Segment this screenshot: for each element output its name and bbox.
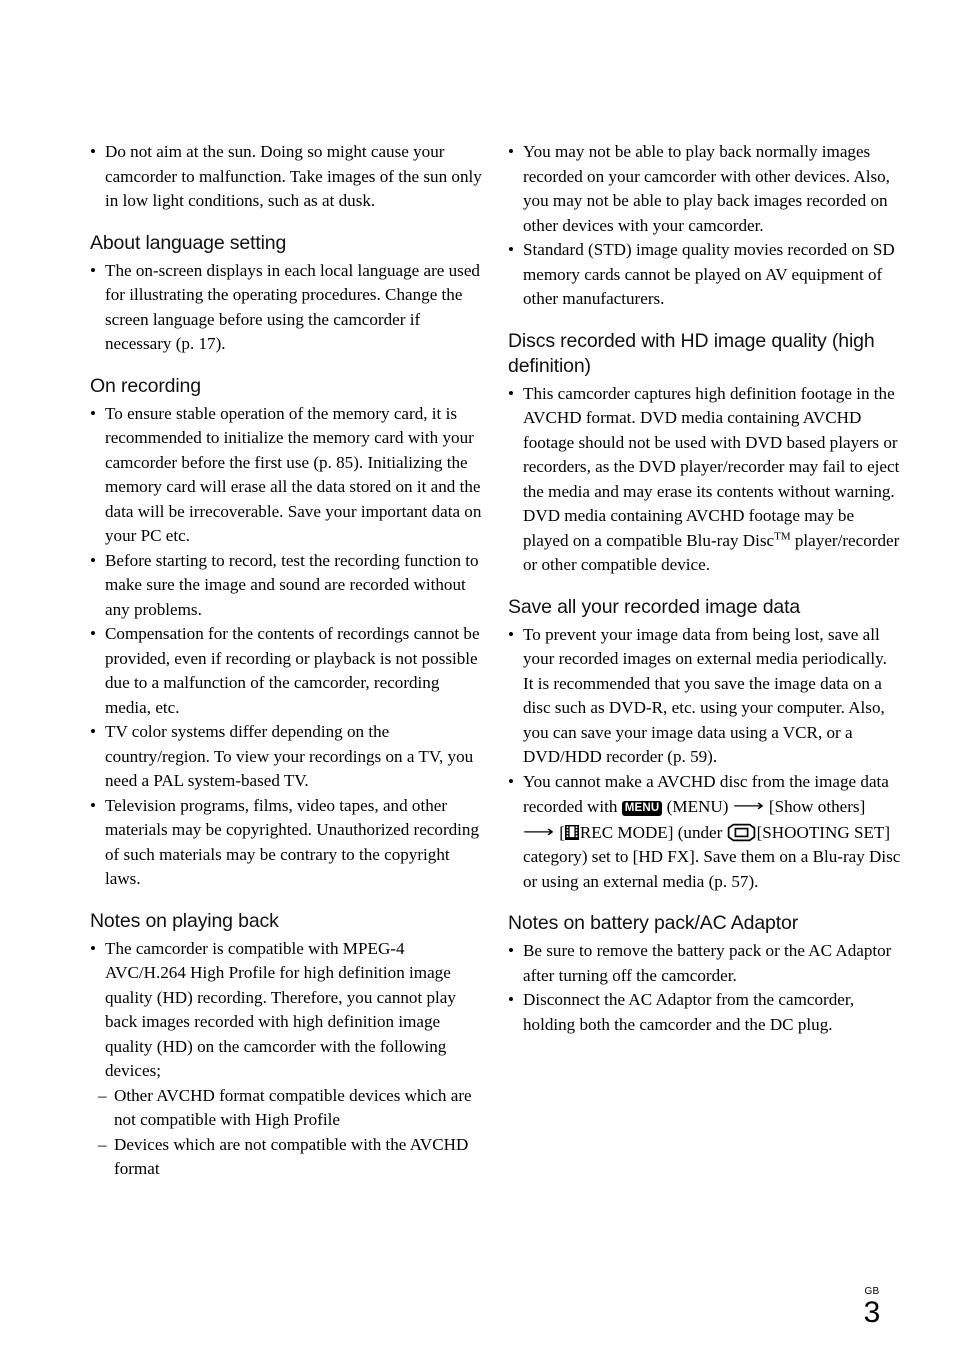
bullet-dot-icon: • — [90, 403, 96, 423]
two-column-layout: • Do not aim at the sun. Doing so might … — [0, 140, 954, 1182]
bullet-dot-icon: • — [90, 550, 96, 570]
list-item-text: You may not be able to play back normall… — [523, 142, 890, 235]
section-discs-recorded-hd: Discs recorded with HD image quality (hi… — [508, 329, 901, 379]
bullet-dot-icon: • — [90, 795, 96, 815]
list-item: • The camcorder is compatible with MPEG-… — [90, 937, 483, 1084]
list-item: – Other AVCHD format compatible devices … — [98, 1084, 483, 1133]
list-item-text: To ensure stable operation of the memory… — [105, 403, 482, 546]
right-arrow-icon: ⟶ — [732, 796, 764, 815]
right-arrow-icon: ⟶ — [522, 821, 554, 841]
on-recording-list: • To ensure stable operation of the memo… — [90, 402, 483, 892]
list-item-text: Television programs, films, video tapes,… — [105, 795, 480, 889]
list-item: • To ensure stable operation of the memo… — [90, 402, 483, 549]
icon-bullet-segment-4: [ — [554, 822, 565, 842]
list-item-text: Compensation for the contents of recordi… — [105, 624, 480, 717]
list-item-text: Other AVCHD format compatible devices wh… — [114, 1085, 472, 1130]
section-heading: About language setting — [90, 231, 287, 254]
section-heading: Save all your recorded image data — [508, 595, 801, 618]
left-intro-list: • Do not aim at the sun. Doing so might … — [90, 140, 483, 214]
list-item-text: Be sure to remove the battery pack or th… — [523, 941, 892, 985]
bullet-dot-icon: • — [508, 941, 514, 960]
icon-bullet-segment-5: REC MODE] (under — [579, 822, 727, 842]
list-item: – Devices which are not compatible with … — [98, 1133, 483, 1182]
section-save-recorded-image-data: Save all your recorded image data — [508, 595, 901, 620]
bullet-dot-icon: • — [508, 383, 514, 403]
left-column: • Do not aim at the sun. Doing so might … — [90, 140, 483, 1182]
right-column: • You may not be able to play back norma… — [508, 140, 901, 1182]
list-item-text: Devices which are not compatible with th… — [114, 1134, 469, 1179]
list-item-text: Do not aim at the sun. Doing so might ca… — [105, 142, 482, 210]
section-heading: Notes on playing back — [90, 909, 279, 932]
list-item: • Compensation for the contents of recor… — [90, 622, 483, 720]
trademark-superscript: TM — [774, 529, 791, 542]
list-item: • Before starting to record, test the re… — [90, 549, 483, 623]
list-item-text: The on-screen displays in each local lan… — [105, 260, 480, 354]
list-item: • TV color systems differ depending on t… — [90, 720, 483, 794]
section-about-language-setting: About language setting — [90, 231, 483, 256]
list-item: • This camcorder captures high definitio… — [508, 382, 901, 578]
list-item: • Do not aim at the sun. Doing so might … — [90, 140, 483, 214]
bullet-dot-icon: • — [508, 624, 514, 644]
section-on-recording: On recording — [90, 374, 483, 399]
section-notes-battery-ac-adaptor: Notes on battery pack/AC Adaptor — [508, 911, 901, 936]
bullet-dot-icon: • — [90, 722, 96, 741]
icon-bullet-segment-2: (MENU) — [662, 797, 733, 816]
section-notes-on-playing-back: Notes on playing back — [90, 909, 483, 934]
bullet-dot-icon: • — [508, 240, 514, 259]
list-item-text-part1: This camcorder captures high definition … — [523, 383, 900, 550]
notes-battery-ac-adaptor-list: • Be sure to remove the battery pack or … — [508, 939, 901, 1037]
list-item: • The on-screen displays in each local l… — [90, 259, 483, 357]
bullet-dot-icon: • — [90, 260, 96, 280]
list-item: • To prevent your image data from being … — [508, 623, 901, 770]
section-heading: On recording — [90, 374, 201, 397]
section-heading: Notes on battery pack/AC Adaptor — [508, 912, 799, 934]
list-item-text: To prevent your image data from being lo… — [523, 624, 887, 767]
film-strip-icon — [564, 823, 579, 840]
menu-button-badge: MENU — [621, 801, 663, 816]
bullet-dot-icon: • — [90, 938, 96, 958]
list-item-text: Standard (STD) image quality movies reco… — [523, 240, 895, 308]
about-language-setting-list: • The on-screen displays in each local l… — [90, 259, 483, 357]
list-item-with-icons: • You cannot make a AVCHD disc from the i… — [508, 770, 901, 895]
bullet-dot-icon: • — [508, 990, 514, 1009]
list-item-text: The camcorder is compatible with MPEG-4 … — [105, 938, 456, 1081]
list-item: • Standard (STD) image quality movies re… — [508, 238, 901, 312]
save-recorded-image-data-list: • To prevent your image data from being … — [508, 623, 901, 895]
bullet-dot-icon: • — [508, 771, 514, 791]
notes-on-playing-back-sublist: – Other AVCHD format compatible devices … — [90, 1084, 483, 1182]
icon-bullet-segment-3: [Show others] — [764, 797, 866, 816]
section-heading: Discs recorded with HD image quality (hi… — [508, 329, 875, 377]
page-number: 3 — [863, 1296, 881, 1329]
list-item: • You may not be able to play back norma… — [508, 140, 901, 238]
list-item-text: TV color systems differ depending on the… — [105, 722, 474, 790]
bullet-dot-icon: • — [90, 624, 96, 643]
dash-marker-icon: – — [98, 1134, 107, 1154]
manual-page: • Do not aim at the sun. Doing so might … — [0, 0, 954, 1357]
list-item-text: Disconnect the AC Adaptor from the camco… — [523, 990, 855, 1034]
list-item: • Television programs, films, video tape… — [90, 794, 483, 892]
bullet-dot-icon: • — [90, 142, 96, 161]
list-item: • Disconnect the AC Adaptor from the cam… — [508, 988, 901, 1037]
discs-recorded-hd-list: • This camcorder captures high definitio… — [508, 382, 901, 578]
list-item-text: Before starting to record, test the reco… — [105, 550, 479, 619]
dash-marker-icon: – — [98, 1085, 107, 1105]
right-intro-list: • You may not be able to play back norma… — [508, 140, 901, 312]
bullet-dot-icon: • — [508, 142, 514, 161]
list-item: • Be sure to remove the battery pack or … — [508, 939, 901, 988]
page-footer: GB 3 — [852, 1286, 892, 1329]
camcorder-shooting-icon — [727, 823, 756, 842]
notes-on-playing-back-list: • The camcorder is compatible with MPEG-… — [90, 937, 483, 1084]
